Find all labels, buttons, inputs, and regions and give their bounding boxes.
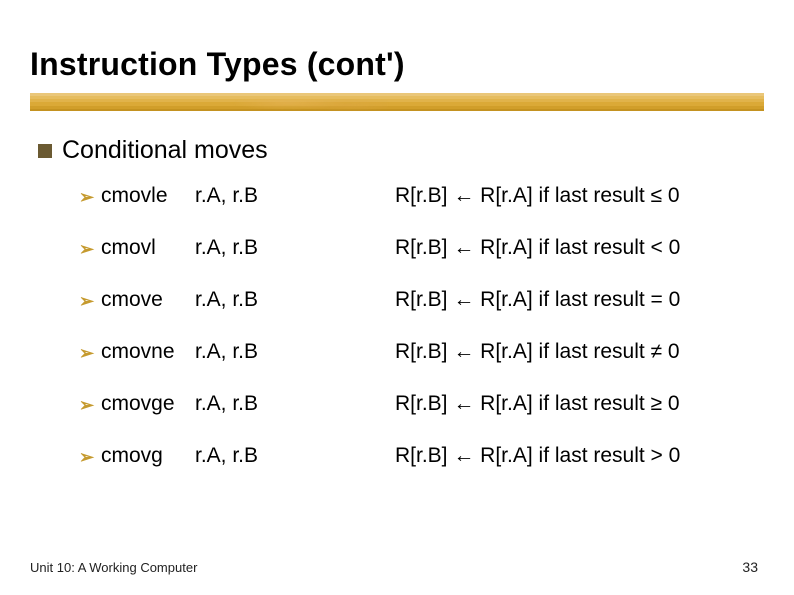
args: r.A, r.B	[195, 392, 395, 416]
arrow-bullet-icon: ➢	[79, 292, 101, 310]
mnemonic: cmovg	[101, 444, 195, 468]
list-item: ➢ cmovne r.A, r.B R[r.B] ← R[r.A] if las…	[79, 340, 759, 392]
mnemonic: cmovle	[101, 184, 195, 208]
description: R[r.B] ← R[r.A] if last result ≤ 0	[395, 184, 759, 208]
arrow-bullet-icon: ➢	[79, 344, 101, 362]
list-item: ➢ cmove r.A, r.B R[r.B] ← R[r.A] if last…	[79, 288, 759, 340]
arrow-bullet-icon: ➢	[79, 188, 101, 206]
list-item: ➢ cmovle r.A, r.B R[r.B] ← R[r.A] if las…	[79, 184, 759, 236]
square-bullet-icon	[38, 144, 52, 158]
arrow-bullet-icon: ➢	[79, 240, 101, 258]
mnemonic: cmove	[101, 288, 195, 312]
title-underline	[30, 93, 764, 111]
description: R[r.B] ← R[r.A] if last result = 0	[395, 288, 759, 312]
args: r.A, r.B	[195, 236, 395, 260]
description: R[r.B] ← R[r.A] if last result < 0	[395, 236, 759, 260]
page-number: 33	[742, 559, 758, 575]
args: r.A, r.B	[195, 288, 395, 312]
instruction-list: ➢ cmovle r.A, r.B R[r.B] ← R[r.A] if las…	[79, 184, 759, 496]
subtitle-text: Conditional moves	[62, 136, 268, 165]
args: r.A, r.B	[195, 340, 395, 364]
description: R[r.B] ← R[r.A] if last result > 0	[395, 444, 759, 468]
list-item: ➢ cmovg r.A, r.B R[r.B] ← R[r.A] if last…	[79, 444, 759, 496]
description: R[r.B] ← R[r.A] if last result ≥ 0	[395, 392, 759, 416]
mnemonic: cmovge	[101, 392, 195, 416]
footer-unit-label: Unit 10: A Working Computer	[30, 560, 197, 575]
arrow-bullet-icon: ➢	[79, 448, 101, 466]
slide-title: Instruction Types (cont')	[30, 46, 405, 83]
args: r.A, r.B	[195, 184, 395, 208]
slide: Instruction Types (cont') Conditional mo…	[0, 0, 794, 595]
subtitle-row: Conditional moves	[38, 136, 268, 165]
mnemonic: cmovl	[101, 236, 195, 260]
mnemonic: cmovne	[101, 340, 195, 364]
arrow-bullet-icon: ➢	[79, 396, 101, 414]
args: r.A, r.B	[195, 444, 395, 468]
list-item: ➢ cmovl r.A, r.B R[r.B] ← R[r.A] if last…	[79, 236, 759, 288]
list-item: ➢ cmovge r.A, r.B R[r.B] ← R[r.A] if las…	[79, 392, 759, 444]
description: R[r.B] ← R[r.A] if last result ≠ 0	[395, 340, 759, 364]
